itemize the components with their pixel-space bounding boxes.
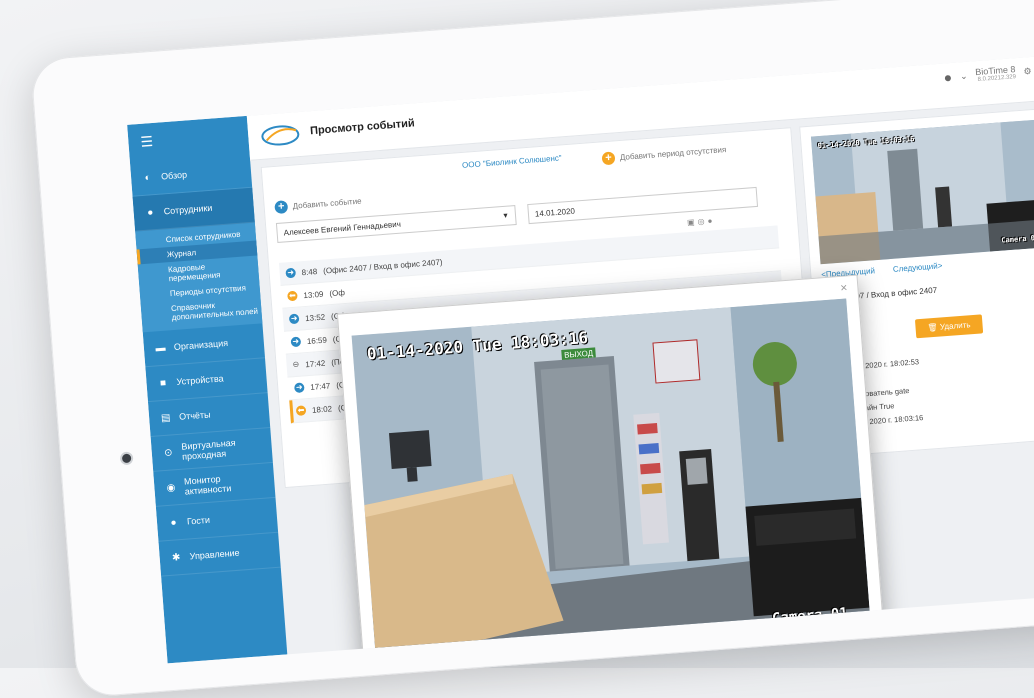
dashboard-icon: ◐ — [144, 171, 152, 184]
tablet-camera — [121, 453, 132, 464]
gear-icon: ✱ — [171, 551, 181, 564]
date-field[interactable]: 14.01.2020 — [527, 186, 759, 225]
organization-link[interactable]: ООО "Биолинк Солюшенс" — [462, 153, 562, 169]
employee-select-value: Алексеев Евгений Геннадьевич — [283, 219, 402, 238]
event-time: 13:52 — [304, 312, 326, 323]
image-icon[interactable]: ▣ — [687, 217, 698, 227]
add-event-label: Добавить событие — [292, 196, 362, 211]
view-tools: ▣◎● — [687, 216, 716, 227]
plus-icon: + — [601, 151, 616, 166]
chevron-down-icon: ▼ — [501, 212, 510, 221]
sidebar-item-label: Организация — [173, 337, 229, 353]
trash-icon: 🗑 — [927, 322, 939, 333]
event-time: 13:09 — [303, 289, 324, 300]
user-area: ● ⌄ BioTime 8 8.0.20212.329 ⚙ — [943, 63, 1032, 86]
entry-arrow-icon: ➜ — [293, 382, 305, 394]
app-screen: ☰ ◐ Обзор ● Сотрудники Список сотруднико… — [127, 55, 1034, 664]
target-icon[interactable]: ◎ — [697, 217, 708, 227]
sidebar-item-label: Сотрудники — [163, 202, 213, 217]
sidebar-item-label: Монитор активности — [183, 473, 232, 497]
exit-arrow-icon: ⬅ — [287, 290, 298, 302]
event-time: 8:48 — [301, 266, 318, 277]
settings-icon[interactable]: ⚙ — [1023, 65, 1032, 77]
delete-button[interactable]: 🗑 Удалить — [914, 314, 984, 339]
add-absence-label: Добавить период отсутствия — [619, 145, 727, 163]
sidebar-item-label: Устройства — [176, 373, 224, 387]
delete-label: Удалить — [939, 320, 971, 332]
person-icon: ● — [146, 206, 154, 219]
sidebar-item-management[interactable]: ✱ Управление — [158, 532, 281, 577]
entry-arrow-icon: ➜ — [288, 313, 300, 325]
person-icon[interactable]: ● — [707, 216, 715, 226]
add-event-button[interactable]: + Добавить событие — [274, 195, 362, 215]
sidebar-item-label: Обзор — [160, 169, 188, 182]
transfer-icon: ⊖ — [292, 359, 300, 370]
tablet-frame: ☰ ◐ Обзор ● Сотрудники Список сотруднико… — [30, 0, 1034, 698]
gate-icon: ⊙ — [163, 446, 173, 459]
add-absence-button[interactable]: + Добавить период отсутствия — [601, 143, 727, 166]
guest-icon: ● — [170, 516, 178, 529]
next-link[interactable]: Следующий> — [893, 261, 943, 274]
close-icon[interactable]: × — [840, 280, 848, 294]
camera-snapshot-modal: × ВЫХОД 01-14-2020 Tue 18:03:16 Camera 0… — [336, 274, 886, 664]
sidebar-item-label: Виртуальная проходная — [181, 437, 236, 462]
sidebar-item-label: Гости — [186, 514, 211, 527]
event-time: 17:47 — [309, 380, 331, 392]
event-location: (Офис 2407 / Вход в офис 2407) — [322, 257, 443, 276]
event-location: (Оф — [329, 287, 346, 298]
biotime-logo — [261, 125, 300, 146]
building-icon: ▬ — [155, 342, 166, 354]
entry-arrow-icon: ➜ — [285, 267, 297, 279]
sidebar-item-label: Отчёты — [178, 409, 211, 422]
report-icon: ▤ — [160, 411, 171, 424]
event-time: 17:42 — [304, 358, 326, 369]
chevron-down-icon[interactable]: ⌄ — [960, 70, 968, 82]
page-title: Просмотр событий — [309, 117, 416, 138]
user-icon[interactable]: ● — [943, 69, 953, 86]
event-time: 16:59 — [306, 335, 328, 346]
monitor-icon: ◉ — [166, 481, 176, 494]
employees-submenu: Список сотрудников Журнал Кадровые перем… — [135, 222, 263, 333]
camera-snapshot: ВЫХОД 01-14-2020 Tue 18:03:16 Camera 01 — [351, 298, 872, 664]
sidebar-item-label: Управление — [189, 547, 240, 562]
camera-thumbnail[interactable]: 01-14-2020 Tue 18:03:16 Camera 01 — [810, 119, 1034, 265]
event-time: 18:02 — [311, 403, 333, 415]
entry-arrow-icon: ➜ — [290, 336, 302, 348]
plus-icon: + — [274, 200, 289, 215]
device-icon: ■ — [159, 377, 167, 389]
product-info: BioTime 8 8.0.20212.329 — [975, 64, 1016, 83]
date-field-value: 14.01.2020 — [534, 206, 576, 219]
exit-arrow-icon: ⬅ — [295, 405, 307, 417]
